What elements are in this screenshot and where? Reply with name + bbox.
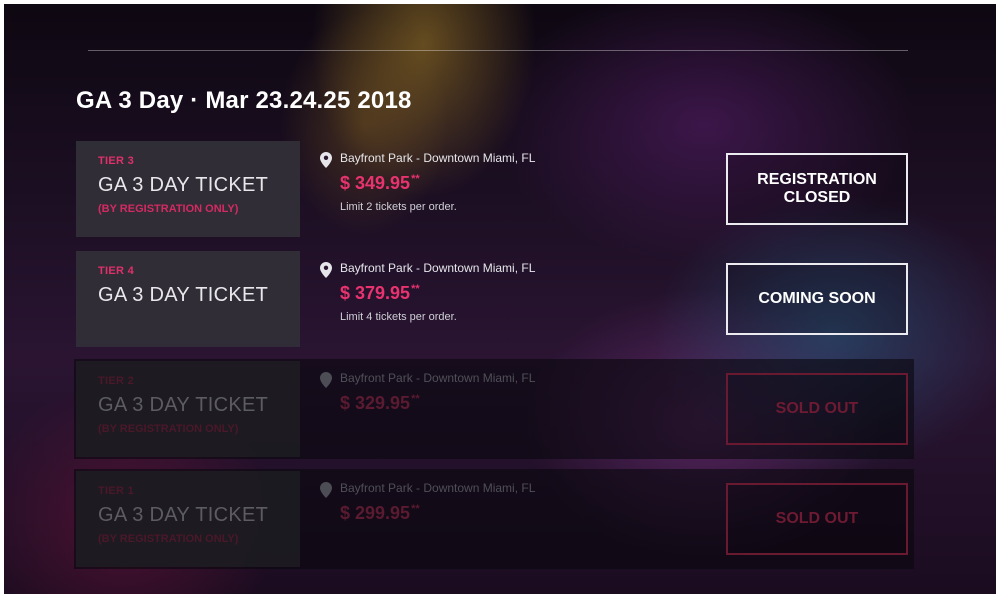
- top-divider: [88, 50, 908, 51]
- map-pin-icon: [320, 372, 332, 388]
- sold-out-button[interactable]: SOLD OUT: [726, 483, 908, 555]
- ticket-name: GA 3 DAY TICKET: [98, 174, 269, 196]
- price-text: $ 299.95**: [340, 503, 420, 523]
- map-pin-icon: [320, 482, 332, 498]
- ticket-note: (BY REGISTRATION ONLY): [98, 423, 239, 435]
- map-pin-icon: [320, 152, 332, 168]
- coming-soon-button[interactable]: COMING SOON: [726, 263, 908, 335]
- tier-card: TIER 3 GA 3 DAY TICKET (BY REGISTRATION …: [76, 141, 300, 237]
- event-ticket-panel: GA 3 Day · Mar 23.24.25 2018 TIER 3 GA 3…: [4, 4, 996, 594]
- price-text: $ 379.95**: [340, 283, 420, 303]
- ticket-note: (BY REGISTRATION ONLY): [98, 533, 239, 545]
- venue-text: Bayfront Park - Downtown Miami, FL: [340, 371, 536, 385]
- venue-text: Bayfront Park - Downtown Miami, FL: [340, 261, 536, 275]
- event-title: GA 3 Day · Mar 23.24.25 2018: [76, 87, 412, 114]
- venue-text: Bayfront Park - Downtown Miami, FL: [340, 481, 536, 495]
- ticket-row-tier-4: TIER 4 GA 3 DAY TICKET Bayfront Park - D…: [74, 251, 914, 347]
- ticket-name: GA 3 DAY TICKET: [98, 394, 269, 416]
- tier-card: TIER 4 GA 3 DAY TICKET: [76, 251, 300, 347]
- price-text: $ 349.95**: [340, 173, 420, 193]
- tier-label: TIER 2: [98, 375, 135, 387]
- registration-closed-button[interactable]: REGISTRATION CLOSED: [726, 153, 908, 225]
- tier-card: TIER 1 GA 3 DAY TICKET (BY REGISTRATION …: [76, 471, 300, 567]
- limit-text: Limit 2 tickets per order.: [340, 201, 457, 213]
- price-text: $ 329.95**: [340, 393, 420, 413]
- tier-label: TIER 4: [98, 265, 135, 277]
- ticket-note: (BY REGISTRATION ONLY): [98, 203, 239, 215]
- tier-label: TIER 1: [98, 485, 135, 497]
- venue-text: Bayfront Park - Downtown Miami, FL: [340, 151, 536, 165]
- map-pin-icon: [320, 262, 332, 278]
- ticket-name: GA 3 DAY TICKET: [98, 504, 269, 526]
- ticket-row-tier-1: TIER 1 GA 3 DAY TICKET (BY REGISTRATION …: [74, 469, 914, 569]
- limit-text: Limit 4 tickets per order.: [340, 311, 457, 323]
- ticket-row-tier-3: TIER 3 GA 3 DAY TICKET (BY REGISTRATION …: [74, 141, 914, 237]
- ticket-row-tier-2: TIER 2 GA 3 DAY TICKET (BY REGISTRATION …: [74, 359, 914, 459]
- ticket-name: GA 3 DAY TICKET: [98, 284, 269, 306]
- sold-out-button[interactable]: SOLD OUT: [726, 373, 908, 445]
- tier-card: TIER 2 GA 3 DAY TICKET (BY REGISTRATION …: [76, 361, 300, 457]
- tier-label: TIER 3: [98, 155, 135, 167]
